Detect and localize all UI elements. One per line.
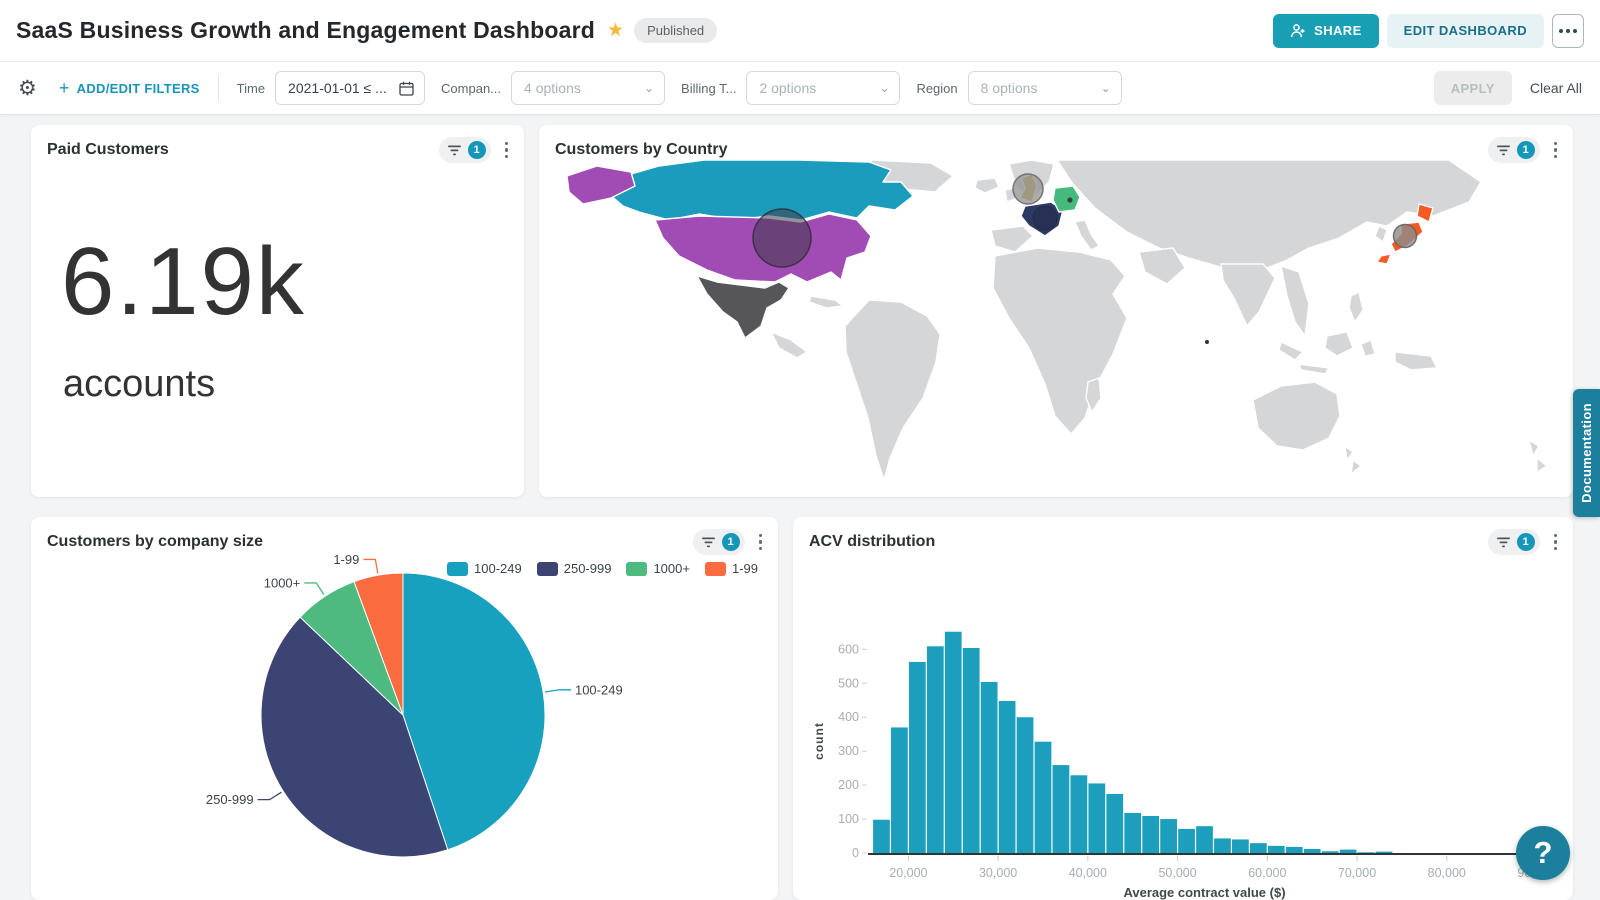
filter-count-badge: 1 (468, 141, 486, 159)
filter-bar: ⚙ + ADD/EDIT FILTERS Time 2021-01-01 ≤ .… (0, 62, 1600, 115)
share-person-icon (1290, 23, 1306, 39)
documentation-tab[interactable]: Documentation (1573, 389, 1600, 517)
svg-text:60,000: 60,000 (1248, 866, 1286, 880)
filter-time: Time 2021-01-01 ≤ ... (237, 71, 425, 105)
customers-by-country-card: Customers by Country 1 (539, 125, 1573, 497)
svg-text:1-99: 1-99 (333, 553, 359, 567)
widget-menu-button[interactable] (503, 140, 511, 161)
svg-text:40,000: 40,000 (1069, 866, 1107, 880)
svg-text:300: 300 (838, 744, 859, 758)
filter-region-label: Region (916, 81, 957, 96)
filter-count-badge: 1 (1517, 141, 1535, 159)
svg-text:200: 200 (838, 778, 859, 792)
svg-text:250-999: 250-999 (206, 792, 254, 807)
filter-billing-label: Billing T... (681, 81, 736, 96)
japan-bubble-marker (1394, 225, 1417, 248)
chevron-down-icon: ⌄ (644, 81, 654, 95)
company-size-select[interactable]: 4 options ⌄ (511, 71, 665, 105)
calendar-icon (399, 81, 414, 96)
kpi-value: 6.19k (61, 227, 524, 337)
filter-count-badge: 1 (722, 533, 740, 551)
edit-dashboard-button[interactable]: EDIT DASHBOARD (1387, 14, 1544, 48)
company-size-value: 4 options (524, 80, 581, 96)
svg-text:500: 500 (838, 676, 859, 690)
chevron-down-icon: ⌄ (1101, 81, 1111, 95)
paid-customers-card: Paid Customers 1 6.19k accounts (31, 125, 524, 497)
widget-filter-button[interactable]: 1 (1488, 529, 1540, 555)
world-map-chart[interactable] (539, 158, 1573, 494)
uk-bubble-marker (1013, 174, 1043, 204)
documentation-tab-label: Documentation (1579, 403, 1594, 503)
filter-region: Region 8 options ⌄ (916, 71, 1121, 105)
favorite-star-icon[interactable]: ★ (607, 19, 624, 42)
card-title: Customers by company size (47, 533, 263, 551)
filter-company: Compan... 4 options ⌄ (441, 71, 665, 105)
svg-text:0: 0 (852, 846, 859, 860)
time-range-input[interactable]: 2021-01-01 ≤ ... (275, 71, 425, 105)
company-size-pie-card: Customers by company size 1 100-249 250-9… (31, 517, 778, 900)
svg-text:100: 100 (838, 812, 859, 826)
plus-icon: + (59, 78, 70, 99)
svg-text:600: 600 (838, 642, 859, 656)
region-value: 8 options (981, 80, 1038, 96)
usa-bubble-marker (753, 209, 811, 267)
clear-all-button[interactable]: Clear All (1530, 80, 1582, 96)
time-range-value: 2021-01-01 ≤ ... (288, 80, 387, 96)
filter-count-badge: 1 (1517, 533, 1535, 551)
filter-icon (701, 536, 716, 549)
filter-icon (1496, 536, 1511, 549)
more-options-button[interactable] (1552, 14, 1584, 48)
card-title: Customers by Country (555, 141, 727, 159)
svg-text:30,000: 30,000 (979, 866, 1017, 880)
germany-dot-marker (1067, 197, 1072, 202)
add-edit-filters-button[interactable]: + ADD/EDIT FILTERS (59, 78, 200, 99)
widget-menu-button[interactable] (757, 532, 765, 553)
region-select[interactable]: 8 options ⌄ (968, 71, 1122, 105)
widget-filter-button[interactable]: 1 (693, 529, 745, 555)
gear-icon[interactable]: ⚙ (18, 76, 37, 101)
svg-text:100-249: 100-249 (575, 682, 623, 697)
svg-text:400: 400 (838, 710, 859, 724)
card-title: ACV distribution (809, 533, 935, 551)
acv-histogram-chart[interactable]: 0 100 200 300 400 500 600 20,000 30,000 40,000 50,… (793, 553, 1573, 900)
svg-text:count: count (812, 722, 826, 760)
france-bubble-marker (1033, 206, 1057, 230)
widget-filter-button[interactable]: 1 (439, 137, 491, 163)
top-header: SaaS Business Growth and Engagement Dash… (0, 0, 1600, 62)
status-badge: Published (634, 18, 717, 43)
page-title: SaaS Business Growth and Engagement Dash… (16, 17, 595, 44)
share-button[interactable]: SHARE (1273, 14, 1379, 48)
svg-text:1000+: 1000+ (264, 575, 301, 590)
filter-billing: Billing T... 2 options ⌄ (681, 71, 900, 105)
svg-text:50,000: 50,000 (1158, 866, 1196, 880)
kpi-unit-label: accounts (63, 363, 524, 406)
svg-text:80,000: 80,000 (1428, 866, 1466, 880)
singapore-dot-marker (1205, 340, 1209, 344)
svg-text:70,000: 70,000 (1338, 866, 1376, 880)
svg-text:20,000: 20,000 (889, 866, 927, 880)
help-button[interactable]: ? (1516, 826, 1570, 880)
card-title: Paid Customers (47, 141, 169, 159)
company-size-pie-chart[interactable]: 100-249 250-999 1000+ 1-99 (31, 553, 778, 900)
acv-distribution-card: ACV distribution 1 0 100 200 300 400 500 600 20… (793, 517, 1573, 900)
question-mark-icon: ? (1534, 835, 1553, 871)
apply-button[interactable]: APPLY (1434, 71, 1512, 105)
svg-text:Average contract value ($): Average contract value ($) (1123, 885, 1285, 900)
chevron-down-icon: ⌄ (879, 81, 889, 95)
filter-icon (1496, 144, 1511, 157)
filter-icon (447, 144, 462, 157)
divider (218, 75, 219, 101)
filter-company-label: Compan... (441, 81, 501, 96)
widget-menu-button[interactable] (1552, 532, 1560, 553)
billing-type-value: 2 options (759, 80, 816, 96)
filter-time-label: Time (237, 81, 265, 96)
billing-type-select[interactable]: 2 options ⌄ (746, 71, 900, 105)
ellipsis-icon (1559, 29, 1577, 33)
